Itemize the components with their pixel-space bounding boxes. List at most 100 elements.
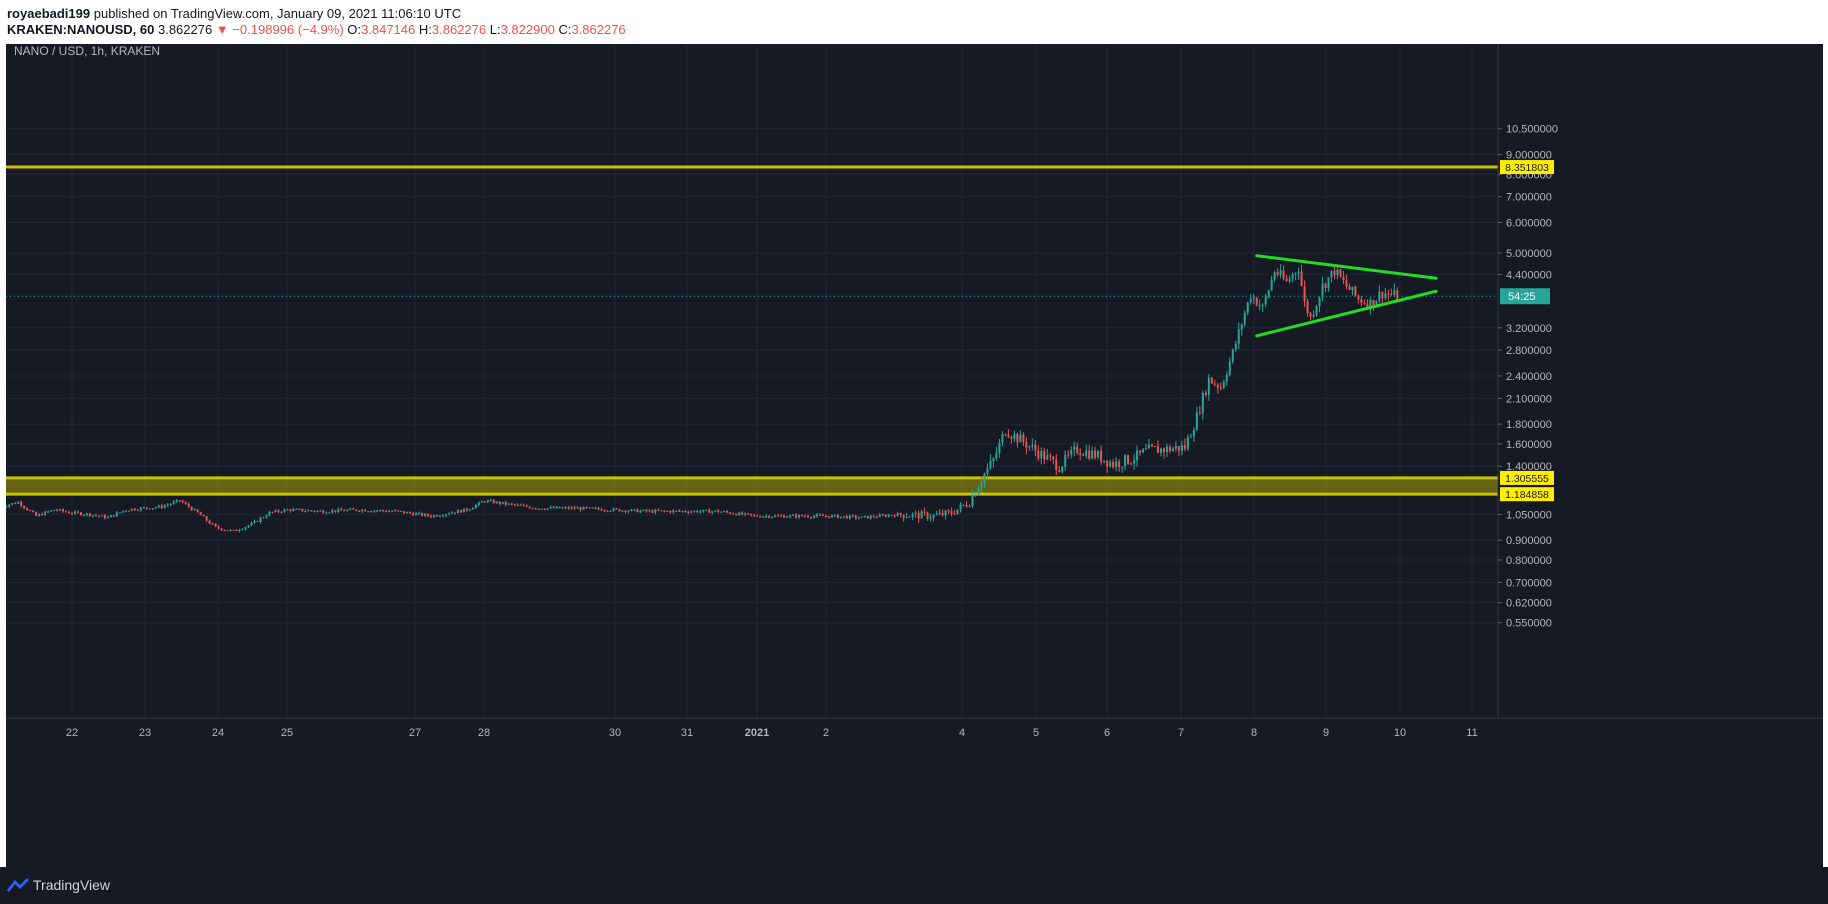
candle-body xyxy=(316,510,319,512)
y-tick-label: 4.400000 xyxy=(1506,269,1552,281)
candle-body xyxy=(409,512,412,514)
ohlc-info: KRAKEN:NANOUSD, 60 3.862276 ▼ −0.198996 … xyxy=(7,22,626,37)
candle-body xyxy=(151,508,154,510)
candle-body xyxy=(424,513,427,516)
candle-body xyxy=(869,515,872,519)
candle-body xyxy=(612,508,615,511)
candle-body xyxy=(759,516,762,518)
x-tick-label: 24 xyxy=(212,727,224,739)
candle-body xyxy=(1052,456,1055,460)
candle-body xyxy=(1064,454,1067,467)
candle-body xyxy=(1309,313,1312,317)
candle-body xyxy=(1297,271,1300,274)
candle-body xyxy=(47,511,50,513)
candle-body xyxy=(310,510,313,512)
candle-body xyxy=(364,509,367,512)
x-tick-label: 9 xyxy=(1323,727,1329,739)
candle-body xyxy=(88,513,91,517)
candle-body xyxy=(68,511,71,514)
candle-body xyxy=(1142,449,1145,453)
candle-body xyxy=(1156,446,1159,454)
candle-body xyxy=(513,504,516,506)
candle-body xyxy=(723,511,726,513)
candle-body xyxy=(597,507,600,510)
candle-body xyxy=(1019,434,1022,443)
candle-body xyxy=(923,511,926,513)
candle-body xyxy=(1121,466,1124,468)
level-price-label: 8.351803 xyxy=(1505,162,1549,174)
candle-body xyxy=(633,509,636,511)
candle-body xyxy=(97,515,100,517)
candle-body xyxy=(516,504,519,506)
candle-body xyxy=(636,509,639,513)
candle-body xyxy=(681,511,684,513)
candle-body xyxy=(474,504,477,508)
candle-body xyxy=(412,513,415,516)
candle-body xyxy=(313,510,316,512)
candle-body xyxy=(23,505,26,508)
high-value: 3.862276 xyxy=(431,22,487,37)
candle-body xyxy=(268,511,271,516)
candle-body xyxy=(974,495,977,497)
author-name[interactable]: royaebadi199 xyxy=(7,6,90,21)
candle-body xyxy=(1303,285,1306,302)
candle-body xyxy=(537,508,540,510)
candle-body xyxy=(756,515,759,517)
candle-body xyxy=(1231,349,1234,362)
candle-body xyxy=(744,513,747,515)
candle-body xyxy=(878,514,881,518)
candle-body xyxy=(917,512,920,519)
candle-body xyxy=(762,516,765,518)
candle-body xyxy=(1192,430,1195,437)
candle-body xyxy=(196,509,199,513)
candle-body xyxy=(44,511,47,516)
candle-body xyxy=(1085,450,1088,456)
candle-body xyxy=(780,515,783,517)
candle-body xyxy=(806,516,809,518)
candle-body xyxy=(914,512,917,514)
candle-body xyxy=(259,517,262,522)
candle-body xyxy=(121,511,124,513)
candle-body xyxy=(406,512,409,514)
tradingview-brand[interactable]: TradingView xyxy=(33,877,110,893)
candle-body xyxy=(1378,291,1381,301)
candle-body xyxy=(1109,462,1112,467)
candle-body xyxy=(301,508,304,512)
candle-body xyxy=(214,523,217,527)
candle-body xyxy=(1243,312,1246,325)
candle-body xyxy=(492,500,495,504)
price-chart[interactable]: 10.5000009.0000008.0000007.0000006.00000… xyxy=(6,44,1823,867)
candle-body xyxy=(468,509,471,511)
tradingview-logo-icon[interactable] xyxy=(6,876,30,892)
candle-body xyxy=(166,504,169,506)
x-tick-label: 2 xyxy=(823,727,829,739)
candle-body xyxy=(1360,299,1363,303)
candle-body xyxy=(777,515,780,517)
candle-body xyxy=(438,515,441,517)
candle-body xyxy=(202,515,205,517)
candle-body xyxy=(376,510,379,512)
candle-body xyxy=(839,516,842,518)
candle-body xyxy=(935,514,938,516)
x-tick-label: 2021 xyxy=(745,727,769,739)
candle-body xyxy=(995,453,998,459)
candle-body xyxy=(304,510,307,512)
publish-info: royaebadi199 published on TradingView.co… xyxy=(7,6,461,21)
candle-body xyxy=(277,510,280,512)
candle-body xyxy=(265,515,268,518)
candle-body xyxy=(142,507,145,509)
candle-body xyxy=(1159,448,1162,454)
high-label: H: xyxy=(418,22,432,37)
y-tick-label: 1.050000 xyxy=(1506,509,1552,521)
candle-body xyxy=(953,513,956,515)
y-tick-label: 7.000000 xyxy=(1506,192,1552,204)
candle-body xyxy=(1049,455,1052,457)
candle-body xyxy=(1282,270,1285,279)
candle-body xyxy=(427,513,430,516)
candle-body xyxy=(1219,387,1222,389)
level-price-label: 1.184858 xyxy=(1505,489,1549,501)
chart-panel[interactable]: 10.500000 9.000000 8.000000 7.000000 6.00000… xyxy=(6,44,1823,867)
candle-body xyxy=(735,514,738,516)
candle-body xyxy=(1261,304,1264,306)
candle-body xyxy=(729,512,732,514)
